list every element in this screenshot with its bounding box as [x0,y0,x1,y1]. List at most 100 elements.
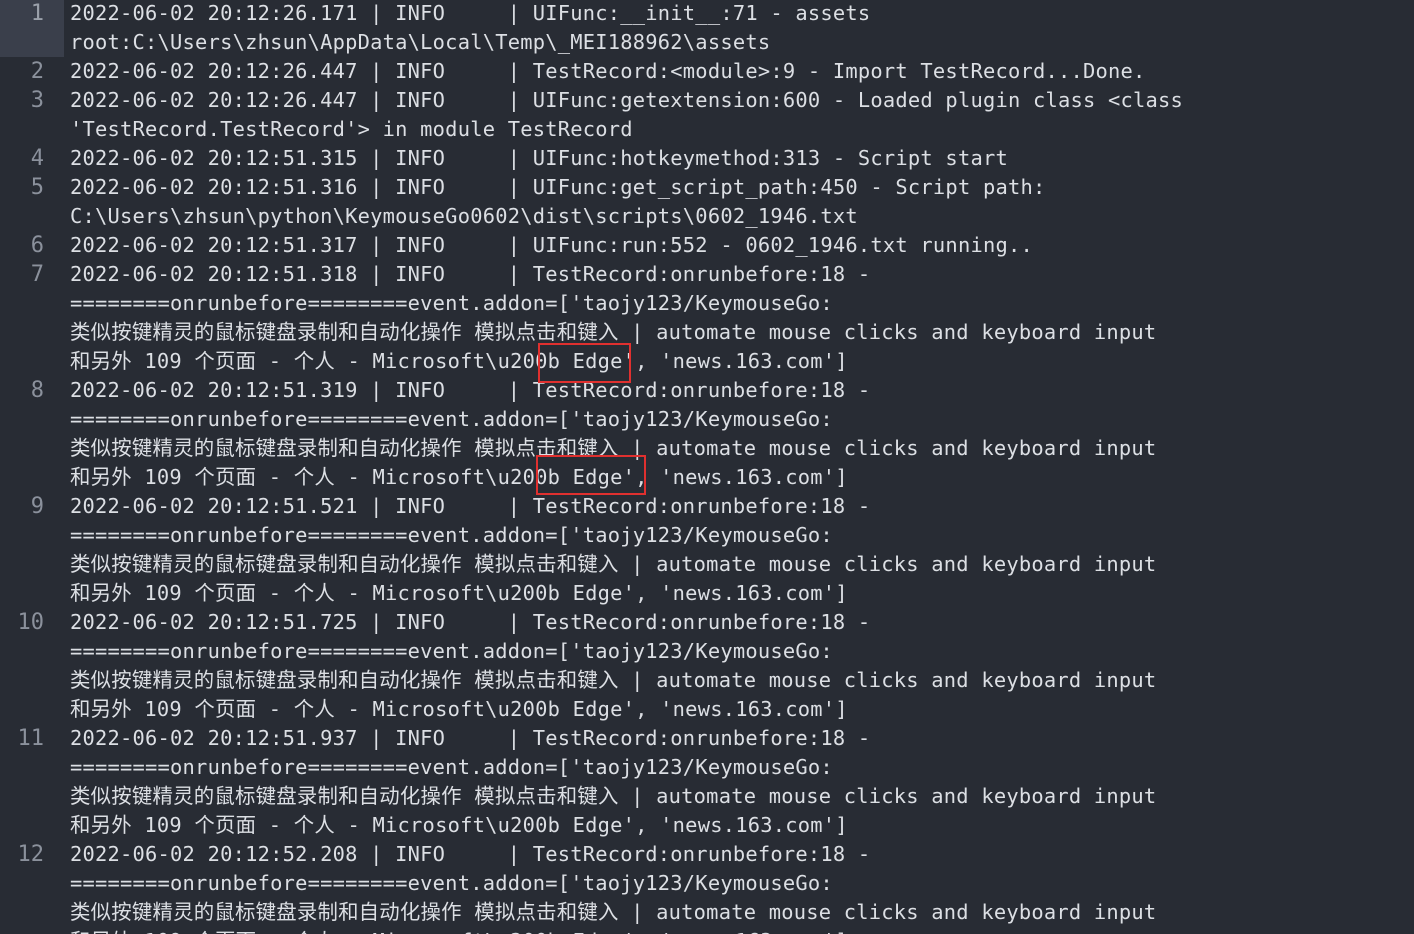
log-line-text: 类似按键精灵的鼠标键盘录制和自动化操作 模拟点击和键入 | automate m… [70,552,1157,576]
line-number-wrap [0,289,64,318]
log-line-text: 类似按键精灵的鼠标键盘录制和自动化操作 模拟点击和键入 | automate m… [70,668,1157,692]
line-number: 7 [30,262,44,287]
log-line: ========onrunbefore========event.addon=[… [0,405,1414,434]
log-line-text: 和另外 109 个页面 - 个人 - Microsoft\u200b Edge'… [70,465,848,489]
line-number-wrap [0,463,64,492]
line-number-wrap [0,695,64,724]
log-line: 类似按键精灵的鼠标键盘录制和自动化操作 模拟点击和键入 | automate m… [0,318,1414,347]
log-line: 8 2022-06-02 20:12:51.319 | INFO | TestRe… [0,376,1414,405]
log-line-text: 和另外 109 个页面 - 个人 - Microsoft\u200b Edge'… [70,581,848,605]
line-number-wrap [0,579,64,608]
log-line: 9 2022-06-02 20:12:51.521 | INFO | TestRe… [0,492,1414,521]
line-number-wrap [0,869,64,898]
line-number-wrap [0,666,64,695]
log-line: 和另外 109 个页面 - 个人 - Microsoft\u200b Edge'… [0,347,1414,376]
log-line: 'TestRecord.TestRecord'> in module TestR… [0,115,1414,144]
log-line-text: 和另外 109 个页面 - 个人 - Microsoft\u200b Edge'… [70,813,848,837]
log-line-text: 和另外 109 个页面 - 个人 - Microsoft\u200b Edge'… [70,697,848,721]
line-number-wrap [0,28,64,57]
log-line: 7 2022-06-02 20:12:51.318 | INFO | TestRe… [0,260,1414,289]
log-line-text: 2022-06-02 20:12:26.447 | INFO | UIFunc:… [70,88,1184,112]
log-line-text: 2022-06-02 20:12:26.171 | INFO | UIFunc:… [70,1,871,25]
log-line: 类似按键精灵的鼠标键盘录制和自动化操作 模拟点击和键入 | automate m… [0,666,1414,695]
line-number: 5 [30,175,44,200]
log-line-text: ========onrunbefore========event.addon=[… [70,523,833,547]
log-line: ========onrunbefore========event.addon=[… [0,289,1414,318]
log-line-text: ========onrunbefore========event.addon=[… [70,755,833,779]
line-number-wrap [0,927,64,934]
line-number-wrap [0,434,64,463]
line-number-wrap [0,753,64,782]
log-line-text: 类似按键精灵的鼠标键盘录制和自动化操作 模拟点击和键入 | automate m… [70,436,1157,460]
log-line: 类似按键精灵的鼠标键盘录制和自动化操作 模拟点击和键入 | automate m… [0,434,1414,463]
log-line: 6 2022-06-02 20:12:51.317 | INFO | UIFunc… [0,231,1414,260]
log-line-text: 2022-06-02 20:12:51.318 | INFO | TestRec… [70,262,871,286]
line-number: 6 [30,233,44,258]
line-number-wrap [0,318,64,347]
log-editor[interactable]: 1 2022-06-02 20:12:26.171 | INFO | UIFunc… [0,0,1414,934]
line-number: 10 [17,610,45,635]
log-line-text: 2022-06-02 20:12:51.315 | INFO | UIFunc:… [70,146,1008,170]
line-number-wrap [0,637,64,666]
line-number: 4 [30,146,44,171]
log-line: root:C:\Users\zhsun\AppData\Local\Temp\_… [0,28,1414,57]
line-number: 1 [0,0,64,28]
log-line: 类似按键精灵的鼠标键盘录制和自动化操作 模拟点击和键入 | automate m… [0,782,1414,811]
log-line-text: 和另外 109 个页面 - 个人 - Microsoft\u200b Edge'… [70,349,848,373]
log-line: 4 2022-06-02 20:12:51.315 | INFO | UIFunc… [0,144,1414,173]
log-line-text: 2022-06-02 20:12:52.208 | INFO | TestRec… [70,842,871,866]
log-line: 类似按键精灵的鼠标键盘录制和自动化操作 模拟点击和键入 | automate m… [0,898,1414,927]
line-number: 2 [30,59,44,84]
log-line: 10 2022-06-02 20:12:51.725 | INFO | TestR… [0,608,1414,637]
log-line: 3 2022-06-02 20:12:26.447 | INFO | UIFunc… [0,86,1414,115]
log-line-text: 2022-06-02 20:12:51.725 | INFO | TestRec… [70,610,871,634]
log-line: 2 2022-06-02 20:12:26.447 | INFO | TestRe… [0,57,1414,86]
log-line-text: 类似按键精灵的鼠标键盘录制和自动化操作 模拟点击和键入 | automate m… [70,320,1157,344]
log-line-text: ========onrunbefore========event.addon=[… [70,871,833,895]
log-line-text: 2022-06-02 20:12:26.447 | INFO | TestRec… [70,59,1146,83]
log-line: ========onrunbefore========event.addon=[… [0,753,1414,782]
log-line: 和另外 109 个页面 - 个人 - Microsoft\u200b Edge'… [0,811,1414,840]
log-line-text: 2022-06-02 20:12:51.319 | INFO | TestRec… [70,378,871,402]
line-number-wrap [0,811,64,840]
line-number-wrap [0,405,64,434]
log-line-text: 类似按键精灵的鼠标键盘录制和自动化操作 模拟点击和键入 | automate m… [70,784,1157,808]
log-line-text: ========onrunbefore========event.addon=[… [70,291,833,315]
line-number: 3 [30,88,44,113]
log-line-text: 2022-06-02 20:12:51.937 | INFO | TestRec… [70,726,871,750]
line-number: 9 [30,494,44,519]
log-line: ========onrunbefore========event.addon=[… [0,637,1414,666]
log-line: ========onrunbefore========event.addon=[… [0,869,1414,898]
log-line-text: 2022-06-02 20:12:51.317 | INFO | UIFunc:… [70,233,1033,257]
line-number-wrap [0,521,64,550]
log-line: 11 2022-06-02 20:12:51.937 | INFO | TestR… [0,724,1414,753]
log-line: 12 2022-06-02 20:12:52.208 | INFO | TestR… [0,840,1414,869]
log-line: ========onrunbefore========event.addon=[… [0,521,1414,550]
line-number: 8 [30,378,44,403]
line-number: 11 [17,726,45,751]
line-number-wrap [0,782,64,811]
log-line: 和另外 109 个页面 - 个人 - Microsoft\u200b Edge'… [0,579,1414,608]
log-line-text: 类似按键精灵的鼠标键盘录制和自动化操作 模拟点击和键入 | automate m… [70,900,1157,924]
log-line: 和另外 109 个页面 - 个人 - Microsoft\u200b Edge'… [0,463,1414,492]
log-line: 1 2022-06-02 20:12:26.171 | INFO | UIFunc… [0,0,1414,28]
line-number-wrap [0,347,64,376]
line-number-wrap [0,550,64,579]
log-line-text: ========onrunbefore========event.addon=[… [70,407,833,431]
log-line-text: ========onrunbefore========event.addon=[… [70,639,833,663]
log-line: 类似按键精灵的鼠标键盘录制和自动化操作 模拟点击和键入 | automate m… [0,550,1414,579]
log-line-text: 2022-06-02 20:12:51.316 | INFO | UIFunc:… [70,175,1046,199]
log-line-text: root:C:\Users\zhsun\AppData\Local\Temp\_… [70,30,771,54]
log-line-text: 2022-06-02 20:12:51.521 | INFO | TestRec… [70,494,871,518]
line-number: 12 [17,842,45,867]
line-number-wrap [0,202,64,231]
log-line: C:\Users\zhsun\python\KeymouseGo0602\dis… [0,202,1414,231]
log-line: 和另外 109 个页面 - 个人 - Microsoft\u200b Edge'… [0,927,1414,934]
log-line-text: 和另外 109 个页面 - 个人 - Microsoft\u200b Edge'… [70,927,848,934]
log-line: 5 2022-06-02 20:12:51.316 | INFO | UIFunc… [0,173,1414,202]
log-line-text: C:\Users\zhsun\python\KeymouseGo0602\dis… [70,204,858,228]
log-line: 和另外 109 个页面 - 个人 - Microsoft\u200b Edge'… [0,695,1414,724]
line-number-wrap [0,898,64,927]
line-number-wrap [0,115,64,144]
log-line-text: 'TestRecord.TestRecord'> in module TestR… [70,117,633,141]
